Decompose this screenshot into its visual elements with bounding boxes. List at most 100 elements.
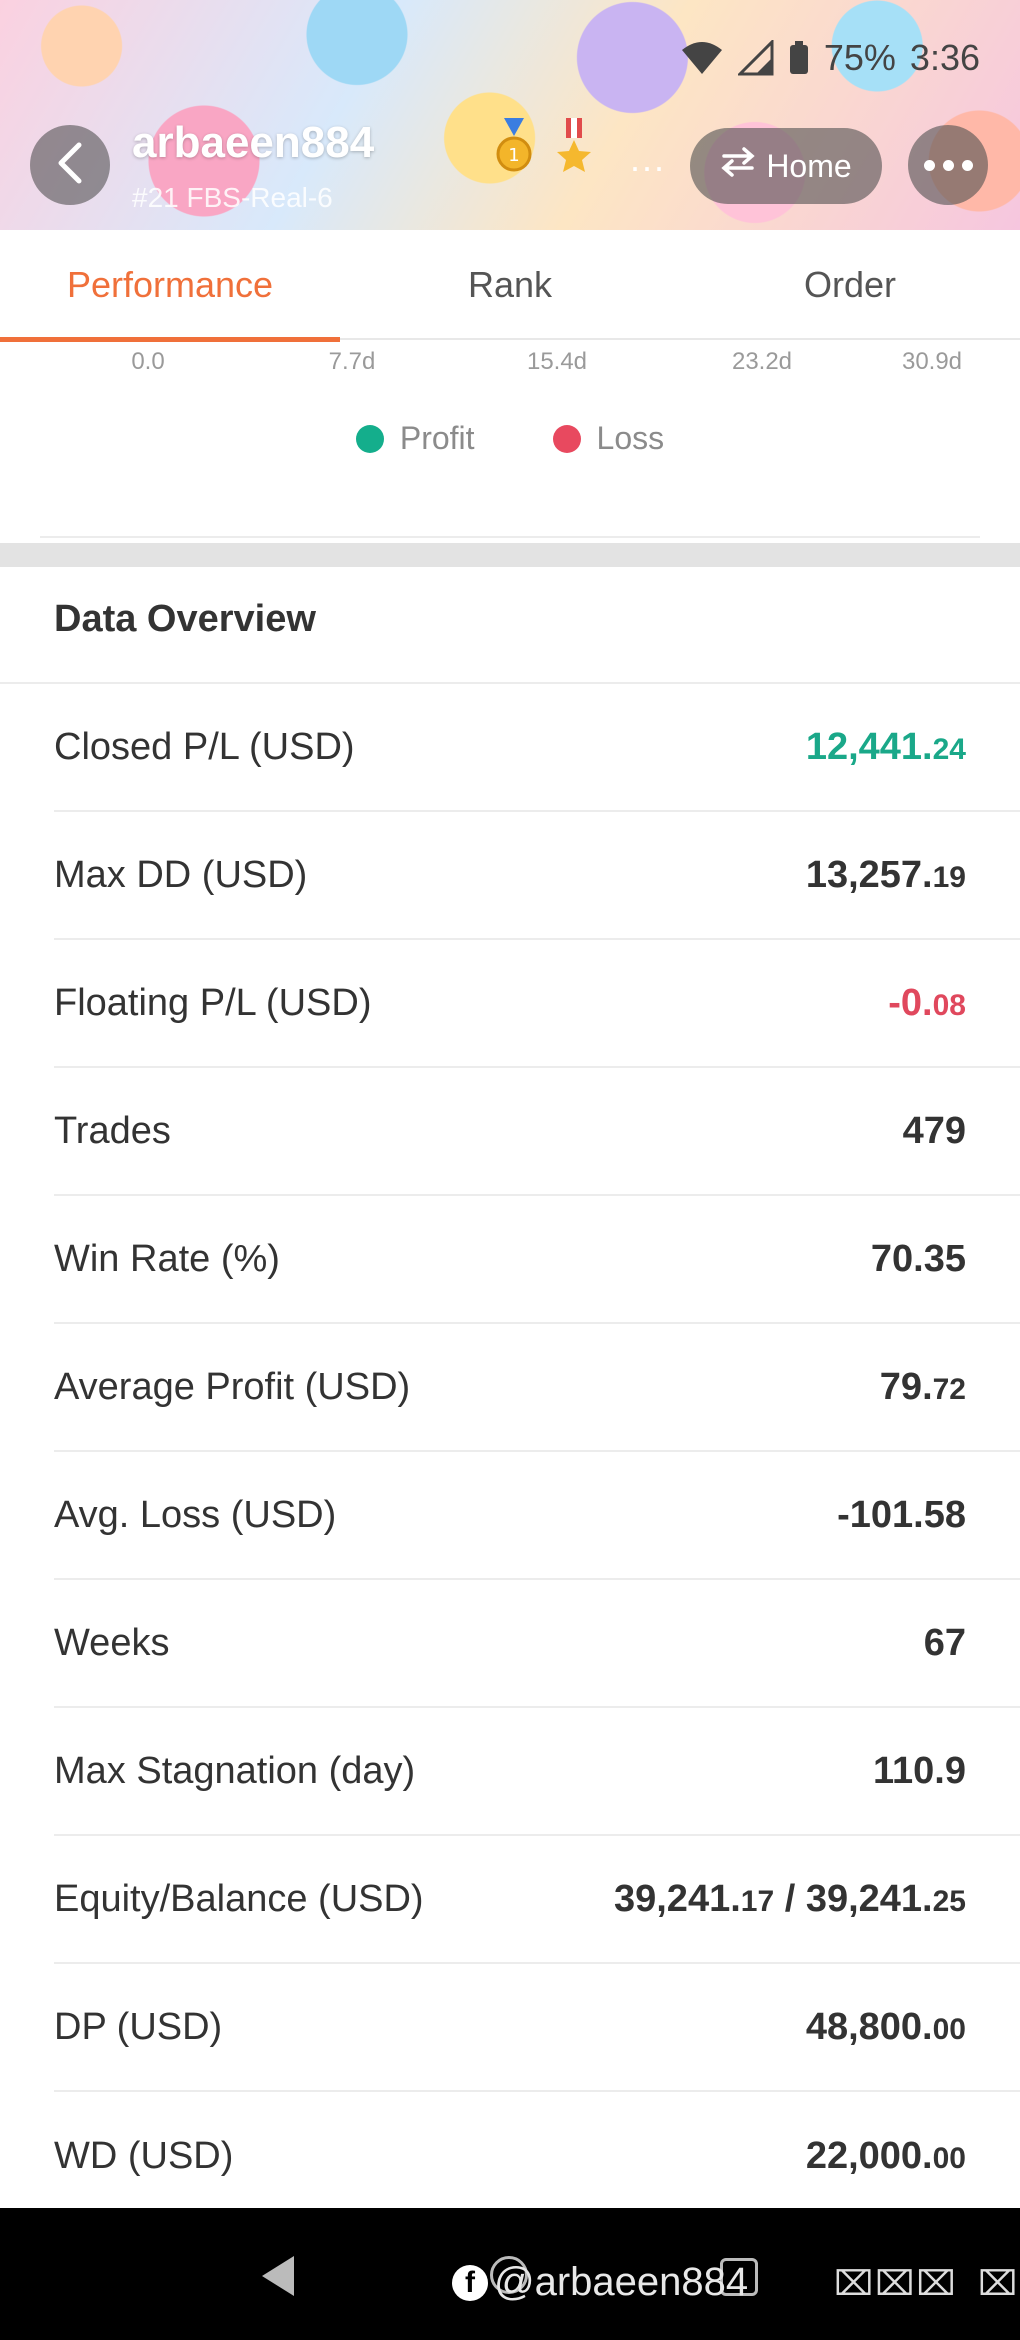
clock: 3:36 [909,37,980,78]
data-row-label: Max Stagnation (day) [54,1749,416,1792]
profile-header: 75% 3:36 arbaeen884 #21 FBS-Real-6 1 ...… [0,0,1020,230]
data-row-label: DP (USD) [54,2005,223,2048]
profit-dot-icon [355,424,384,453]
x-tick-label: 30.9d [901,348,963,375]
value-part: 17 [740,1884,775,1918]
value-part: 79. [879,1365,933,1408]
badges: 1 [492,118,596,174]
value-part: 25 [932,1884,966,1918]
watermark: f @arbaeen884 [452,2260,748,2305]
battery-percent: 75% [823,37,896,78]
facebook-icon: f [452,2264,488,2301]
data-row-label: Win Rate (%) [54,1237,280,1280]
data-row-label: Average Profit (USD) [54,1365,411,1408]
data-row-label: WD (USD) [54,2134,234,2177]
svg-text:1: 1 [508,145,519,166]
value-part: 24 [932,732,966,766]
divider [40,536,980,538]
wifi-icon [680,40,724,76]
data-overview-list: Closed P/L (USD) 12,441.24 Max DD (USD) 13,… [0,684,1020,2220]
dot-icon [923,159,935,171]
more-badges-indicator[interactable]: ... [630,138,666,180]
data-row-value: 479 [903,1110,966,1153]
home-button[interactable]: Home [690,128,882,204]
data-row: Trades 479 [54,1068,1020,1196]
nav-back-button[interactable] [258,2254,298,2303]
value-part: 72 [932,1372,966,1406]
star-medal-icon [552,118,596,174]
data-row-label: Max DD (USD) [54,853,308,896]
data-row-value: 110.9 [873,1750,966,1793]
value-part: 00 [932,2012,966,2046]
data-row-value: -101.58 [837,1494,966,1537]
data-row-label: Floating P/L (USD) [54,981,372,1024]
data-row-value: 22,000.00 [806,2135,966,2178]
value-part: 479 [902,1109,966,1152]
x-tick-label: 0.0 [131,348,165,375]
data-row-value: 67 [924,1622,966,1665]
more-menu-button[interactable] [908,125,988,205]
data-row: Average Profit (USD) 79.72 [54,1324,1020,1452]
back-button[interactable] [30,125,110,205]
section-separator [0,543,1020,567]
username: arbaeen884 [132,118,375,167]
value-part: 67 [923,1621,966,1664]
swap-icon [720,147,756,185]
placeholder-glyphs: ⌧⌧⌧ [834,2265,958,2303]
data-row: Weeks 67 [54,1580,1020,1708]
watermark-handle: @arbaeen884 [494,2260,749,2304]
x-tick-label: 15.4d [526,348,588,375]
battery-icon [788,40,810,76]
value-part: 48,800. [805,2005,933,2048]
tab-rank[interactable]: Rank [340,230,680,340]
data-row-label: Closed P/L (USD) [54,725,355,768]
data-row-label: Equity/Balance (USD) [54,1877,424,1920]
placeholder-glyph: ⌧ [978,2265,1018,2303]
account-label: #21 FBS-Real-6 [132,182,333,213]
data-row: Max DD (USD) 13,257.19 [54,812,1020,940]
signal-icon [737,40,774,76]
value-part: / 39,241. [774,1877,933,1920]
triangle-back-icon [258,2256,298,2302]
dot-icon [961,159,973,171]
value-part: 110.9 [873,1749,966,1792]
home-button-label: Home [766,147,852,184]
value-part: -0. [888,981,933,1024]
value-part: 22,000. [805,2134,933,2177]
chevron-left-icon [53,141,87,190]
value-part: 39,241. [613,1877,741,1920]
x-tick-label: 7.7d [328,348,376,375]
value-part: -101.58 [837,1493,966,1536]
data-row: Equity/Balance (USD) 39,241.17 / 39,241.2… [54,1836,1020,1964]
data-row-label: Weeks [54,1621,170,1664]
tab-performance[interactable]: Performance [0,230,340,342]
system-nav-bar: f @arbaeen884 ⌧⌧⌧ ⌧ [0,2208,1020,2340]
data-row-value: 70.35 [871,1238,966,1281]
data-row: WD (USD) 22,000.00 [54,2092,1020,2220]
data-row: Avg. Loss (USD) -101.58 [54,1452,1020,1580]
gold-medal-icon: 1 [492,118,536,174]
data-row-value: 48,800.00 [806,2006,966,2049]
data-row: DP (USD) 48,800.00 [54,1964,1020,2092]
chart-x-axis: 0.0 7.7d 15.4d 23.2d 30.9d [0,348,1020,382]
data-row: Closed P/L (USD) 12,441.24 [54,684,1020,812]
tab-bar: Performance Rank Order [0,230,1020,342]
legend-profit[interactable]: Profit [355,420,475,457]
data-row: Win Rate (%) 70.35 [54,1196,1020,1324]
tab-order[interactable]: Order [680,230,1020,340]
data-row-value: 12,441.24 [806,726,966,769]
x-tick-label: 23.2d [731,348,793,375]
value-part: 19 [932,860,966,894]
data-row-value: -0.08 [888,982,966,1025]
status-bar: 75% 3:36 [680,37,980,78]
legend-profit-label: Profit [399,420,475,456]
value-part: 12,441. [805,725,933,768]
dot-icon [942,159,954,171]
legend-loss-label: Loss [596,420,665,456]
chart-legend: Profit Loss [0,420,1020,457]
data-row: Max Stagnation (day) 110.9 [54,1708,1020,1836]
data-row-value: 39,241.17 / 39,241.25 [614,1878,966,1921]
value-part: 13,257. [805,853,933,896]
legend-loss[interactable]: Loss [552,420,665,457]
data-row-value: 79.72 [880,1366,966,1409]
